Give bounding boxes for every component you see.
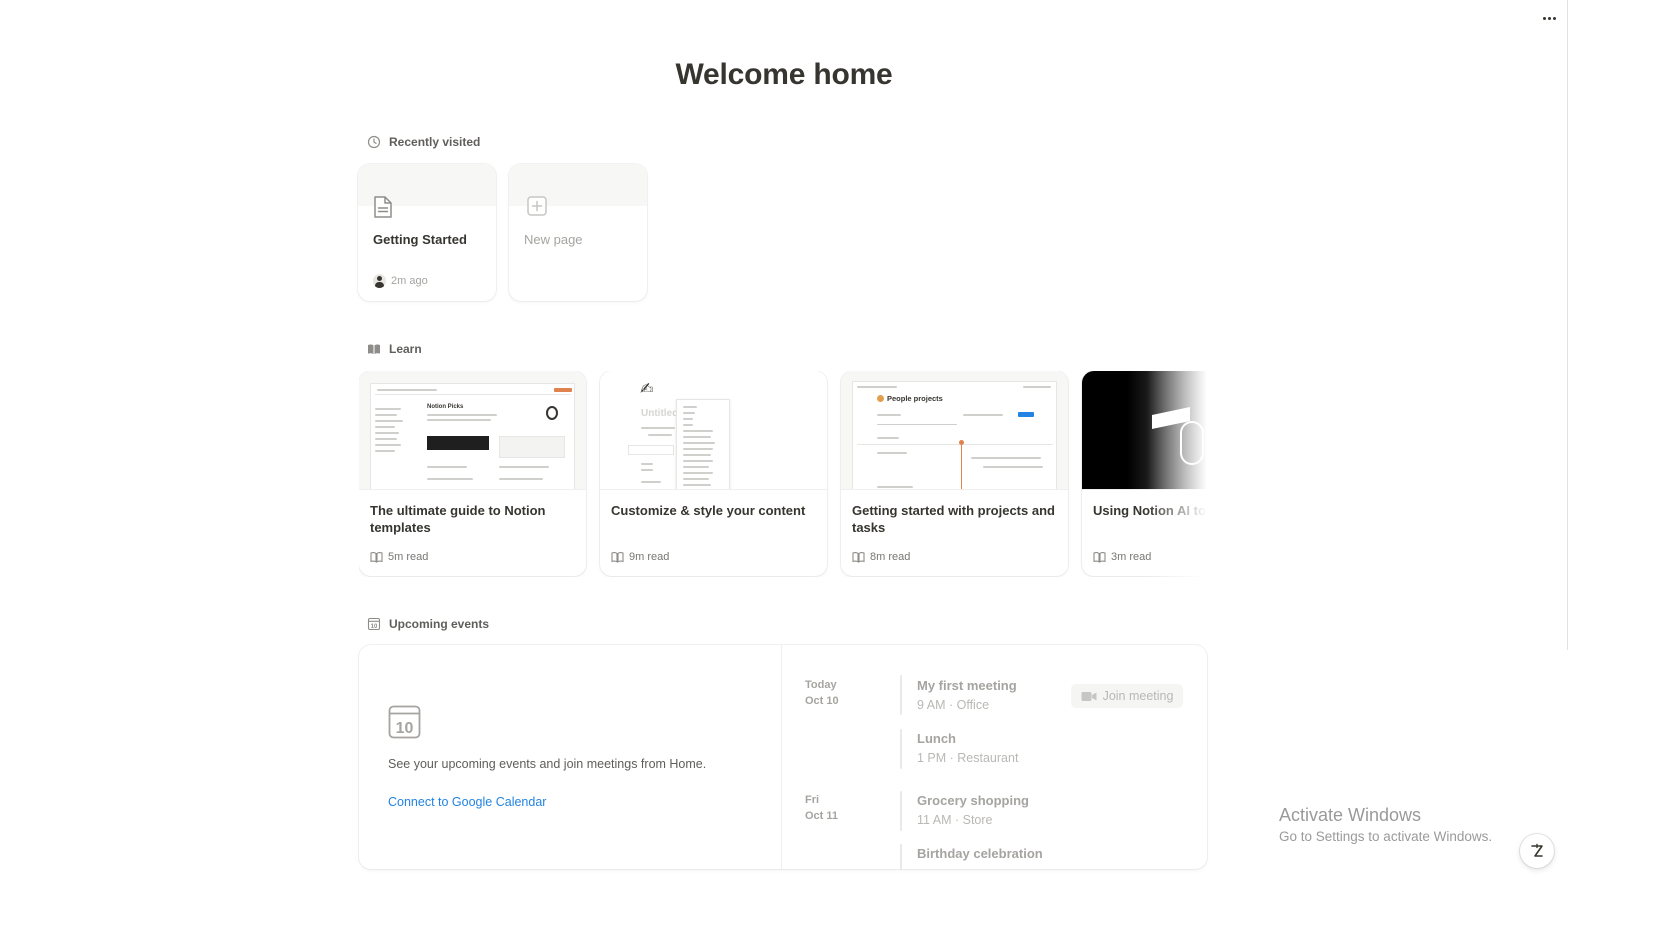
card-meta: 3m read <box>1093 551 1151 563</box>
dot <box>1552 16 1556 20</box>
thumb-heading: Notion Picks <box>427 404 464 410</box>
new-page-card[interactable]: New page <box>509 164 647 301</box>
read-time: 9m read <box>629 551 670 563</box>
read-time: 8m read <box>870 551 911 563</box>
calendar-icon: 10 <box>367 617 381 631</box>
read-time: 3m read <box>1111 551 1152 563</box>
event-title: My first meeting <box>917 678 1017 693</box>
card-meta: 2m ago <box>373 274 428 288</box>
thumb-heading: Untitled <box>641 408 679 419</box>
plus-square-icon <box>527 196 547 216</box>
learn-card-projects-tasks[interactable]: People projects Getting started with pro… <box>841 371 1068 576</box>
section-title: Learn <box>389 342 422 356</box>
card-meta: 5m read <box>370 551 428 563</box>
book-icon <box>611 552 624 563</box>
scrollbar[interactable] <box>1567 0 1568 650</box>
learn-header: Learn <box>367 342 422 356</box>
book-open-icon <box>368 344 380 354</box>
section-title: Recently visited <box>389 135 481 149</box>
video-camera-icon <box>1081 691 1097 701</box>
upcoming-events-panel: 10 See your upcoming events and join mee… <box>359 645 1207 869</box>
watermark-title: Activate Windows <box>1279 805 1422 825</box>
event-time-location: 9 AM · Office <box>917 698 990 712</box>
day-label: Fri Oct 11 <box>805 792 838 824</box>
upcoming-events-header: 10 Upcoming events <box>367 617 489 631</box>
card-title: Getting started with projects and tasks <box>852 503 1055 535</box>
calendar-day-number: 10 <box>396 720 414 737</box>
page-title: Welcome home <box>675 58 893 91</box>
learn-card-notion-ai[interactable]: Using Notion AI to your impact 3m read <box>1082 371 1207 576</box>
event-bar <box>900 729 902 769</box>
illustration <box>1180 421 1204 465</box>
svg-text:10: 10 <box>371 624 378 630</box>
thumbnail-mock-window: People projects <box>852 381 1057 489</box>
card-title: Customize & style your content <box>611 503 806 518</box>
event-bar <box>900 675 902 715</box>
event-time-location: 1 PM · Restaurant <box>917 751 1019 765</box>
book-icon <box>852 552 865 563</box>
weekday: Today <box>805 679 837 691</box>
dot <box>1547 16 1551 20</box>
avatar <box>373 274 386 288</box>
card-thumbnail: Notion Picks <box>359 371 586 490</box>
card-thumbnail: ✍ Untitled <box>600 371 827 490</box>
date: Oct 11 <box>805 810 839 822</box>
recently-visited-header: Recently visited <box>367 135 480 149</box>
event-bar <box>900 844 902 869</box>
learn-card-customize-content[interactable]: ✍ Untitled Customize & style your conten… <box>600 371 827 576</box>
event-time-location: 11 AM · Store <box>917 813 993 827</box>
recent-page-card-getting-started[interactable]: Getting Started 2m ago <box>358 164 496 301</box>
help-button[interactable] <box>1520 834 1554 868</box>
event-title: Birthday celebration <box>917 846 1043 861</box>
card-meta: 9m read <box>611 551 669 563</box>
card-title: The ultimate guide to Notion templates <box>370 503 546 535</box>
event-item[interactable]: Lunch 1 PM · Restaurant <box>917 731 1018 765</box>
day-label: Today Oct 10 <box>805 677 839 709</box>
dot <box>1542 16 1546 20</box>
card-thumbnail: People projects <box>841 371 1068 490</box>
event-item[interactable]: My first meeting 9 AM · Office <box>917 678 1017 712</box>
card-title: Getting Started <box>373 232 467 247</box>
activate-windows-watermark: Activate Windows Go to Settings to activ… <box>1279 805 1492 844</box>
card-title: New page <box>524 232 583 247</box>
events-description: See your upcoming events and join meetin… <box>388 757 707 771</box>
notion-ai-icon <box>1531 843 1543 857</box>
thumbnail-mock-window: Notion Picks <box>370 383 575 489</box>
calendar-day-icon: 10 <box>388 705 421 739</box>
card-thumbnail <box>1082 371 1207 490</box>
more-options-button[interactable] <box>1537 8 1561 28</box>
book-icon <box>1093 552 1106 563</box>
read-time: 5m read <box>388 551 429 563</box>
watermark-subtitle: Go to Settings to activate Windows. <box>1279 829 1493 844</box>
section-title: Upcoming events <box>389 617 490 631</box>
event-item[interactable]: Grocery shopping 11 AM · Store <box>917 793 1029 827</box>
calendar-connect-area: 10 See your upcoming events and join mee… <box>359 645 782 869</box>
clock-icon <box>367 135 381 149</box>
connect-google-calendar-link[interactable]: Connect to Google Calendar <box>388 795 546 809</box>
book-icon <box>370 552 383 563</box>
event-bar <box>900 791 902 831</box>
thumb-heading: People projects <box>887 394 943 403</box>
event-item[interactable]: Birthday celebration <box>917 846 1043 861</box>
page-icon <box>374 196 392 218</box>
date: Oct 10 <box>805 695 839 707</box>
hand-writing-icon: ✍ <box>640 381 654 398</box>
card-meta: 8m read <box>852 551 910 563</box>
learn-carousel[interactable]: Notion Picks The ultimate guide to Notio… <box>359 371 1207 577</box>
edited-time: 2m ago <box>391 275 428 287</box>
join-meeting-label: Join meeting <box>1102 689 1174 703</box>
event-title: Lunch <box>917 731 956 746</box>
card-title: Using Notion AI to your impact <box>1093 503 1207 518</box>
event-title: Grocery shopping <box>917 793 1029 808</box>
learn-card-templates-guide[interactable]: Notion Picks The ultimate guide to Notio… <box>359 371 586 576</box>
join-meeting-button[interactable]: Join meeting <box>1071 684 1183 708</box>
weekday: Fri <box>805 794 820 806</box>
